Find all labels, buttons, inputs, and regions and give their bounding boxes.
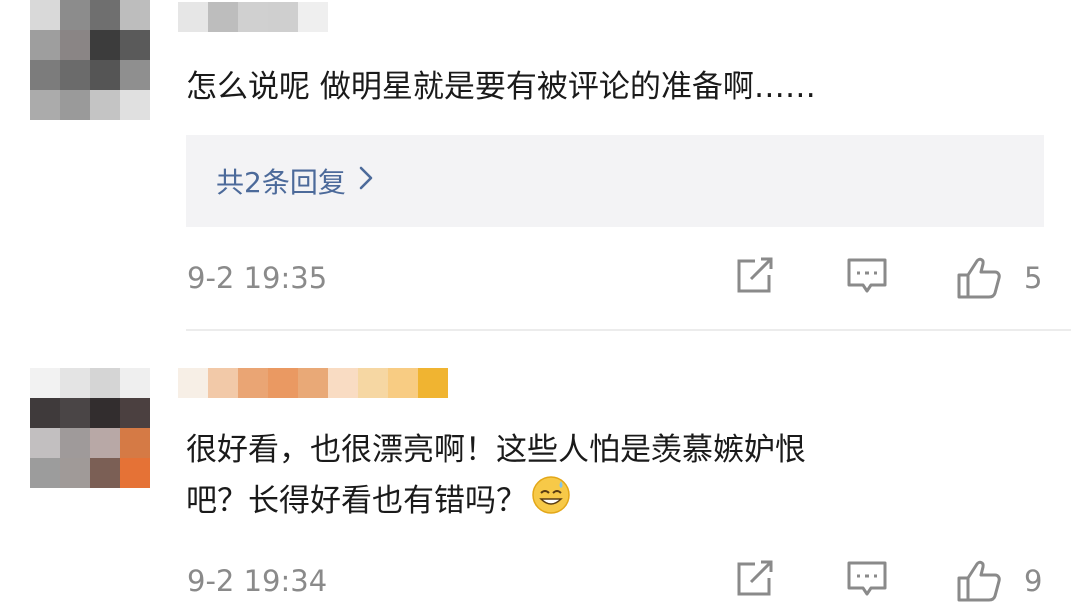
comment-footer: 9-2 19:34 9 xyxy=(0,558,1071,608)
like-count: 9 xyxy=(1024,564,1043,598)
comment-text-line: 吧？长得好看也有错吗？ xyxy=(186,475,1046,530)
username-blurred[interactable] xyxy=(178,368,448,398)
thumbs-up-icon[interactable] xyxy=(955,558,1003,608)
like-count: 5 xyxy=(1024,261,1043,295)
comment-footer: 9-2 19:35 5 xyxy=(0,255,1071,305)
edit-repost-icon[interactable] xyxy=(733,558,775,604)
comment-text-segment: 吧？长得好看也有错吗？ xyxy=(186,483,527,519)
avatar-blurred[interactable] xyxy=(30,368,150,488)
comment-item: 很好看，也很漂亮啊！这些人怕是羡慕嫉妒恨 吧？长得好看也有错吗？ 9-2 19:… xyxy=(0,330,1071,611)
comment-bubble-icon[interactable] xyxy=(845,255,889,301)
thumbs-up-icon[interactable] xyxy=(955,255,1003,305)
chevron-right-icon xyxy=(358,165,374,198)
avatar-blurred[interactable] xyxy=(30,0,150,120)
timestamp: 9-2 19:34 xyxy=(187,564,328,598)
comment-item: 怎么说呢 做明星就是要有被评论的准备啊…… 共2条回复 9-2 19:35 5 xyxy=(0,0,1071,330)
comment-text-line: 很好看，也很漂亮啊！这些人怕是羡慕嫉妒恨 xyxy=(186,432,806,468)
username-blurred[interactable] xyxy=(178,2,328,32)
grinning-sweat-emoji xyxy=(531,475,571,530)
comment-bubble-icon[interactable] xyxy=(845,558,889,604)
comment-text: 怎么说呢 做明星就是要有被评论的准备啊…… xyxy=(186,69,816,105)
view-replies-button[interactable]: 共2条回复 xyxy=(186,135,1044,227)
replies-label: 共2条回复 xyxy=(216,166,346,199)
timestamp: 9-2 19:35 xyxy=(187,261,328,295)
edit-repost-icon[interactable] xyxy=(733,255,775,301)
comment-text: 很好看，也很漂亮啊！这些人怕是羡慕嫉妒恨 吧？长得好看也有错吗？ xyxy=(186,425,1046,530)
